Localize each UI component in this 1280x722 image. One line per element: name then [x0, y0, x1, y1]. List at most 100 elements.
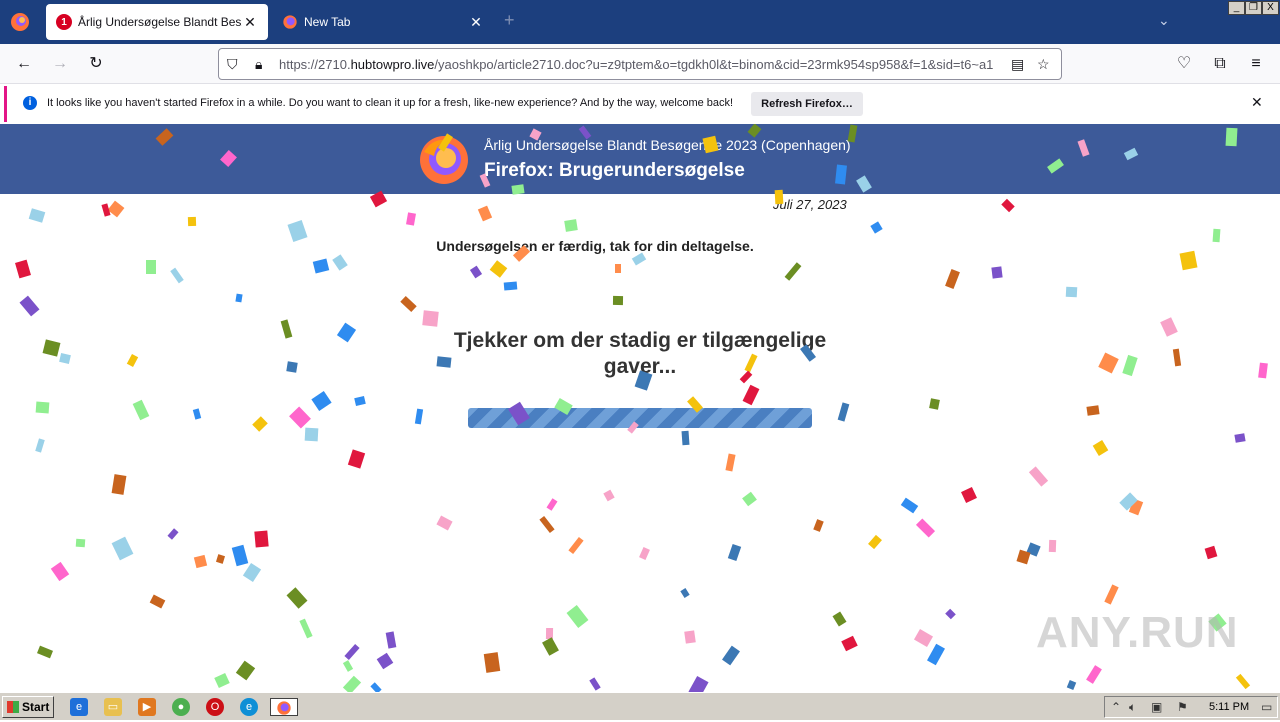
restore-button[interactable]: ❐ [1245, 1, 1262, 15]
lock-icon[interactable]: 🔒︎ [255, 56, 262, 73]
tab-survey[interactable]: 1 Årlig Undersøgelse Blandt Besøgende 20… [46, 4, 268, 40]
minimize-button[interactable]: _ [1228, 1, 1245, 15]
firefox-taskbar-icon[interactable] [270, 698, 298, 716]
confetti-piece [299, 618, 313, 639]
confetti-piece [231, 544, 249, 567]
confetti-piece [414, 408, 424, 425]
confetti-piece [1172, 348, 1182, 367]
confetti-piece [1235, 673, 1251, 690]
confetti-piece [235, 293, 243, 303]
chrome-icon[interactable]: ● [172, 698, 190, 716]
confetti-piece [376, 652, 394, 670]
media-player-icon[interactable]: ▶ [138, 698, 156, 716]
confetti-piece [344, 644, 360, 660]
new-tab-plus-icon[interactable]: + [504, 10, 515, 31]
network-icon[interactable]: ▣ [1151, 700, 1162, 714]
confetti-piece [1066, 679, 1077, 691]
confetti-piece [1086, 665, 1102, 684]
confetti-piece [370, 682, 382, 692]
confetti-piece [436, 515, 453, 531]
confetti-piece [1234, 433, 1246, 443]
windows-flag-icon [7, 701, 19, 713]
extensions-icon[interactable]: ⧉ [1208, 52, 1232, 76]
notification-badge-icon: 1 [56, 14, 72, 30]
info-icon: i [23, 96, 37, 110]
flag-icon[interactable]: ⚑ [1177, 700, 1188, 714]
confetti-piece [235, 660, 256, 681]
confetti-piece [107, 200, 125, 218]
confetti-piece [945, 268, 960, 290]
tab-new-tab[interactable]: New Tab ✕ [272, 4, 494, 40]
reload-icon[interactable]: ↻ [84, 52, 108, 76]
bookmark-star-icon[interactable]: ☆ [1037, 56, 1050, 73]
confetti-piece [1258, 362, 1268, 379]
confetti-piece [42, 339, 61, 357]
file-explorer-icon[interactable]: ▭ [104, 698, 122, 716]
confetti-piece [742, 491, 757, 507]
back-arrow-icon[interactable]: ← [12, 52, 36, 76]
confetti-piece [332, 254, 348, 271]
confetti-piece [342, 675, 362, 692]
confetti-piece [422, 310, 439, 327]
confetti-piece [101, 203, 111, 217]
chevron-up-icon[interactable]: ⌃ [1111, 700, 1121, 714]
confetti-piece [35, 401, 50, 414]
close-tab-icon[interactable]: ✕ [242, 14, 258, 31]
confetti-piece [400, 295, 417, 313]
close-window-button[interactable]: X [1262, 1, 1279, 15]
close-tab-icon[interactable]: ✕ [468, 14, 484, 31]
confetti-piece [1092, 440, 1109, 456]
forward-arrow-icon[interactable]: → [48, 52, 72, 76]
shield-icon[interactable]: ⛉ [227, 56, 238, 73]
url-text[interactable]: https://2710.hubtowpro.live/yaoshkpo/art… [279, 57, 999, 72]
confetti-piece [684, 630, 696, 644]
header-banner: Årlig Undersøgelse Blandt Besøgende 2023… [0, 124, 1280, 194]
confetti-piece [1104, 584, 1119, 605]
confetti-piece [725, 453, 736, 472]
url-bar[interactable]: ⛉ 🔒︎ https://2710.hubtowpro.live/yaoshkp… [218, 48, 1062, 80]
internet-explorer-icon[interactable]: e [70, 698, 88, 716]
confetti-piece [589, 677, 601, 691]
confetti-piece [841, 635, 858, 652]
firefox-icon [283, 15, 297, 29]
confetti-piece [945, 608, 956, 620]
confetti-piece [35, 438, 45, 453]
confetti-piece [1128, 498, 1144, 516]
confetti-piece [50, 561, 70, 582]
confetti-piece [304, 427, 319, 442]
volume-icon[interactable]: 🔈︎ [1129, 700, 1136, 715]
refresh-firefox-button[interactable]: Refresh Firefox… [751, 92, 863, 116]
hamburger-menu-icon[interactable]: ≡ [1244, 52, 1268, 76]
reader-view-icon[interactable]: ▤ [1011, 56, 1024, 73]
confetti-piece [385, 631, 397, 649]
confetti-piece [111, 536, 134, 561]
date-label: Juli 27, 2023 [773, 197, 847, 212]
confetti-piece [900, 497, 919, 514]
confetti-piece [336, 322, 357, 343]
confetti-piece [1160, 317, 1178, 337]
confetti-piece [146, 260, 156, 274]
confetti-piece [469, 265, 483, 279]
confetti-piece [242, 562, 262, 583]
confetti-piece [59, 352, 71, 365]
pocket-icon[interactable]: ♡ [1172, 52, 1196, 76]
navigation-toolbar: ← → ↻ ⛉ 🔒︎ https://2710.hubtowpro.live/y… [0, 44, 1280, 84]
confetti-piece [311, 391, 332, 411]
survey-complete-text: Undersøgelsen er færdig, tak for din del… [436, 238, 754, 254]
start-button[interactable]: Start [2, 696, 54, 718]
edge-icon[interactable]: e [240, 698, 258, 716]
confetti-piece [727, 543, 742, 562]
confetti-piece [342, 660, 354, 672]
confetti-piece [927, 643, 945, 666]
confetti-piece [566, 605, 589, 628]
confetti-piece [489, 260, 508, 278]
chevron-down-icon[interactable]: ⌄ [1158, 12, 1170, 29]
firefox-menu-icon[interactable] [8, 10, 32, 34]
confetti-piece [1028, 466, 1049, 487]
confetti-piece [286, 361, 298, 373]
show-desktop-icon[interactable]: ▭ [1261, 700, 1272, 714]
confetti-piece [961, 487, 977, 503]
opera-icon[interactable]: O [206, 698, 224, 716]
confetti-piece [784, 262, 802, 281]
close-icon[interactable]: ✕ [1251, 94, 1263, 111]
